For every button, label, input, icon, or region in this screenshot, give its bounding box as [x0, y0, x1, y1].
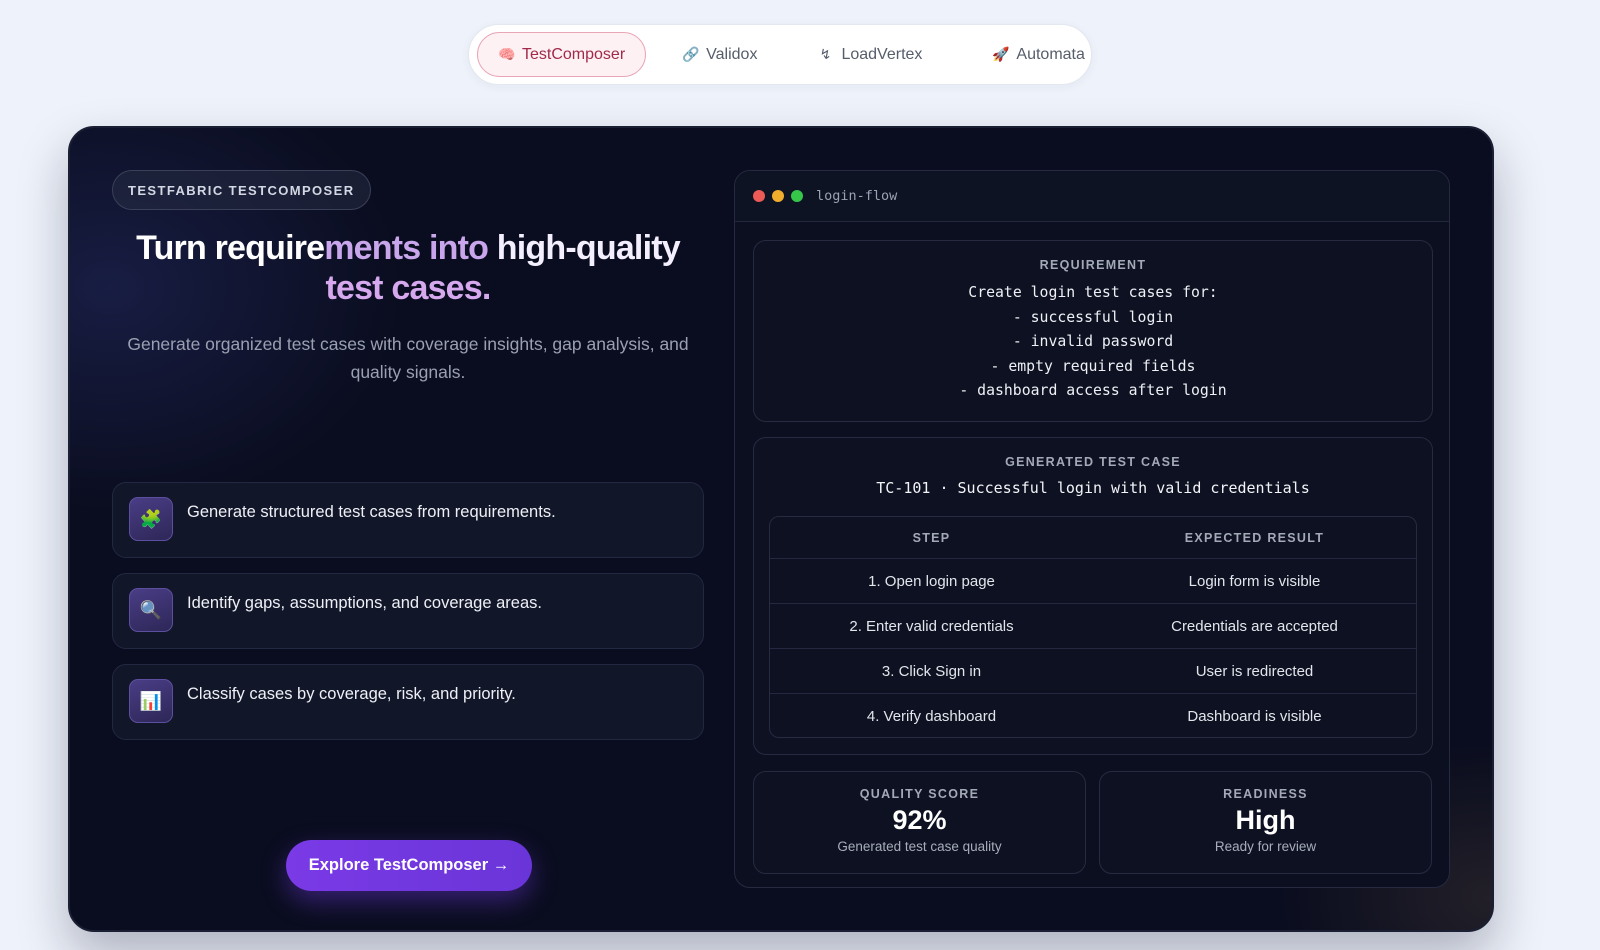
- tab-label: Validox: [706, 45, 758, 63]
- feature-text: Generate structured test cases from requ…: [187, 503, 556, 521]
- requirement-text: Create login test cases for: - successfu…: [754, 281, 1432, 404]
- expected-cell: User is redirected: [1195, 662, 1314, 680]
- expected-cell: Login form is visible: [1188, 572, 1321, 590]
- headline-part: high-quality: [488, 229, 681, 267]
- quality-score-label: QUALITY SCORE: [859, 787, 980, 801]
- headline-highlight: ments into: [324, 229, 489, 267]
- test-case-title: TC-101 · Successful login with valid cre…: [876, 479, 1310, 497]
- tab-validox[interactable]: 🔗 Validox: [662, 32, 777, 77]
- tab-automata[interactable]: 🚀 Automata: [972, 32, 1104, 77]
- step-cell: 2. Enter valid credentials: [849, 617, 1014, 635]
- table-row: 3. Click Sign in User is redirected: [770, 649, 1416, 694]
- feature-list: 🧩 Generate structured test cases from re…: [112, 482, 704, 755]
- table-row: 4. Verify dashboard Dashboard is visible: [770, 694, 1416, 737]
- tab-loadvertex[interactable]: ↯ LoadVertex: [797, 32, 942, 77]
- requirement-line: - dashboard access after login: [959, 382, 1227, 399]
- table-header-row: STEP EXPECTED RESULT: [770, 517, 1416, 559]
- quality-score-value: 92%: [892, 805, 947, 835]
- magnifier-icon: 🔍: [129, 588, 173, 632]
- requirement-line: - successful login: [1012, 308, 1174, 326]
- tab-label: LoadVertex: [841, 45, 923, 63]
- table-row: 2. Enter valid credentials Credentials a…: [770, 604, 1416, 649]
- requirement-label: REQUIREMENT: [1039, 258, 1147, 272]
- readiness-caption: Ready for review: [1214, 839, 1317, 854]
- requirement-line: - invalid password: [1012, 333, 1174, 350]
- expected-cell: Dashboard is visible: [1187, 708, 1322, 725]
- readiness-card: READINESS High Ready for review: [1099, 771, 1432, 874]
- explore-testcomposer-button[interactable]: Explore TestComposer →: [286, 840, 532, 891]
- readiness-value: High: [1235, 805, 1296, 835]
- expected-cell: Credentials are accepted: [1171, 617, 1338, 635]
- requirement-box: REQUIREMENT Create login test cases for:…: [753, 240, 1433, 422]
- feature-item: 🔍 Identify gaps, assumptions, and covera…: [112, 573, 704, 649]
- window-filename: login-flow: [816, 188, 898, 204]
- window-titlebar: login-flow: [735, 171, 1449, 222]
- bar-chart-icon: 📊: [129, 679, 173, 723]
- quality-score-card: QUALITY SCORE 92% Generated test case qu…: [753, 771, 1086, 874]
- feature-item: 🧩 Generate structured test cases from re…: [112, 482, 704, 558]
- generated-test-case-box: GENERATED TEST CASE TC-101 · Successful …: [753, 437, 1433, 755]
- requirement-line: Create login test cases for:: [968, 284, 1218, 301]
- lightning-icon: ↯: [819, 46, 832, 62]
- feature-item: 📊 Classify cases by coverage, risk, and …: [112, 664, 704, 740]
- tab-label: TestComposer: [522, 45, 626, 63]
- step-cell: 3. Click Sign in: [881, 662, 982, 680]
- product-tab-bar: 🧠 TestComposer 🔗 Validox ↯ LoadVertex 🚀 …: [468, 24, 1092, 85]
- rocket-icon: 🚀: [992, 46, 1010, 62]
- puzzle-icon: 🧩: [129, 497, 173, 541]
- readiness-label: READINESS: [1223, 787, 1308, 801]
- link-icon: 🔗: [682, 46, 700, 62]
- step-cell: 4. Verify dashboard: [866, 708, 997, 725]
- product-showcase-card: TESTFABRIC TESTCOMPOSER Turn requirement…: [68, 126, 1494, 932]
- headline-highlight: test cases.: [325, 269, 491, 307]
- minimize-dot-icon: [772, 190, 784, 202]
- tab-testcomposer[interactable]: 🧠 TestComposer: [477, 32, 647, 77]
- hero-headline: Turn requirements into high-quality test…: [112, 228, 704, 308]
- table-row: 1. Open login page Login form is visible: [770, 559, 1416, 604]
- preview-window: login-flow REQUIREMENT Create login test…: [734, 170, 1450, 888]
- close-dot-icon: [753, 190, 765, 202]
- feature-text: Identify gaps, assumptions, and coverage…: [187, 594, 542, 612]
- generated-label: GENERATED TEST CASE: [1005, 455, 1181, 469]
- headline-part: Turn require: [136, 229, 325, 267]
- column-header-step: STEP: [912, 530, 951, 545]
- test-steps-table: STEP EXPECTED RESULT 1. Open login page …: [769, 516, 1417, 738]
- feature-text: Classify cases by coverage, risk, and pr…: [187, 685, 516, 703]
- requirement-line: - empty required fields: [990, 357, 1196, 375]
- hero-subtitle: Generate organized test cases with cover…: [127, 334, 689, 382]
- quality-score-caption: Generated test case quality: [837, 839, 1002, 854]
- tab-label: Automata: [1016, 45, 1085, 63]
- maximize-dot-icon: [791, 190, 803, 202]
- brain-icon: 🧠: [498, 46, 516, 62]
- step-cell: 1. Open login page: [868, 572, 995, 590]
- column-header-expected: EXPECTED RESULT: [1184, 530, 1325, 545]
- product-badge: TESTFABRIC TESTCOMPOSER: [112, 170, 371, 210]
